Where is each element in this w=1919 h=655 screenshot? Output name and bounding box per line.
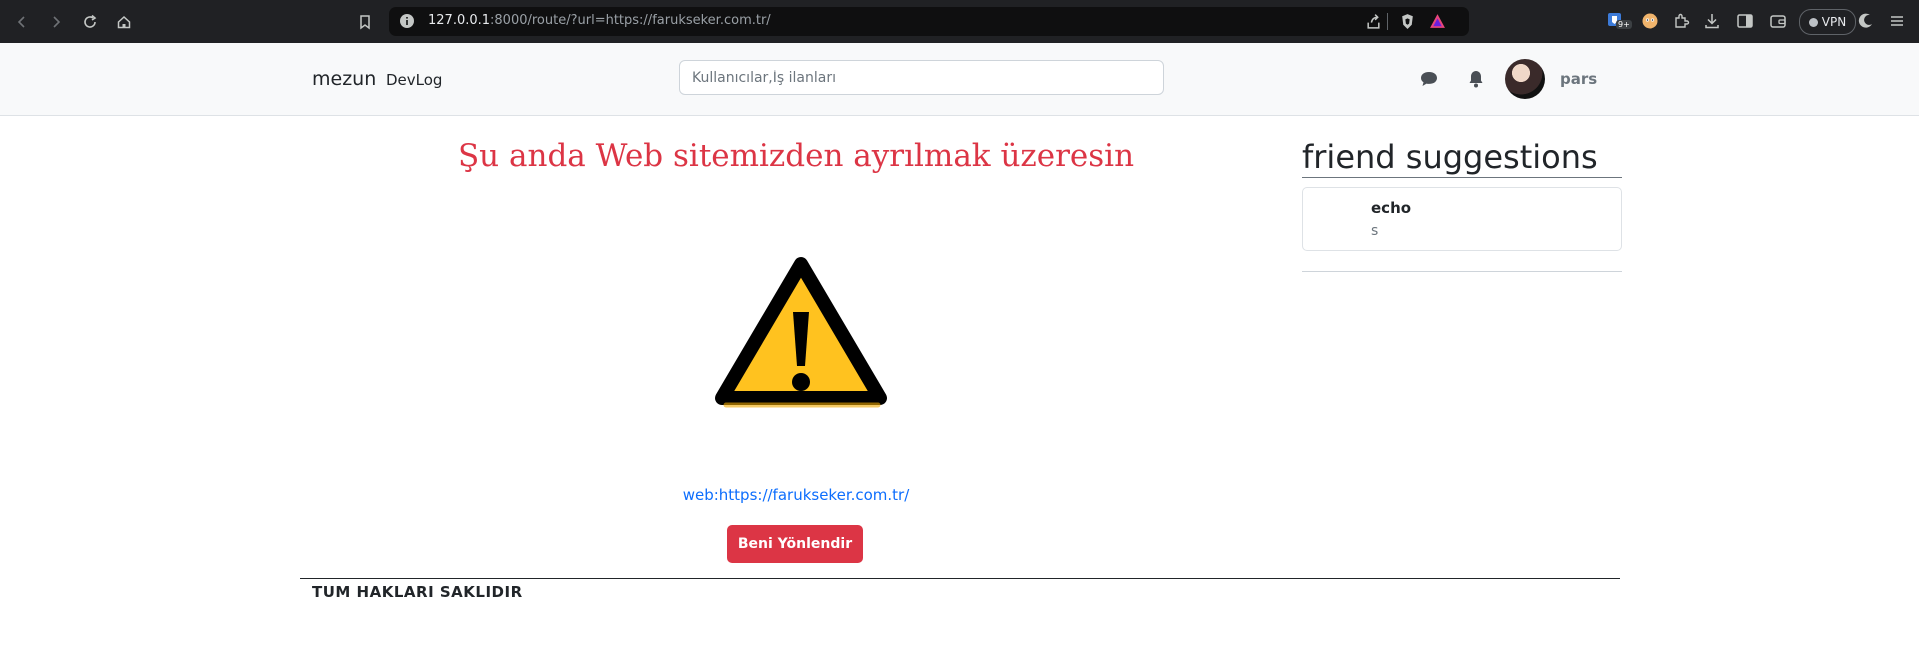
- wallet-icon: [1770, 15, 1786, 28]
- puzzle-icon: [1675, 13, 1690, 28]
- url-host: 127.0.0.1: [428, 13, 491, 28]
- hamburger-icon: [1891, 16, 1903, 26]
- bookmark-icon: [360, 15, 370, 30]
- chat-bubble-icon[interactable]: [1419, 69, 1439, 89]
- arrow-left-icon: [17, 16, 25, 28]
- friend-name[interactable]: echo: [1371, 199, 1411, 217]
- avatar[interactable]: [1505, 59, 1545, 99]
- footer-divider: [300, 578, 1620, 579]
- home-icon: [117, 15, 131, 29]
- extensions-button[interactable]: [1673, 12, 1691, 30]
- devlog-link[interactable]: DevLog: [386, 71, 442, 89]
- address-bar[interactable]: 127.0.0.1:8000/route/?url=https://faruks…: [389, 7, 1469, 36]
- brave-rewards-icon[interactable]: [1429, 13, 1446, 30]
- address-divider: [1387, 13, 1388, 30]
- reload-icon: [84, 14, 97, 28]
- arrow-right-icon: [53, 16, 61, 28]
- sidebar-divider: [1302, 271, 1622, 272]
- menu-button[interactable]: [1888, 12, 1906, 30]
- search-input[interactable]: [679, 60, 1164, 95]
- vpn-button[interactable]: VPN: [1799, 9, 1856, 35]
- site-navbar: mezun DevLog pars: [0, 43, 1919, 116]
- brand-link[interactable]: mezun: [312, 68, 376, 90]
- site-info-icon[interactable]: [399, 13, 415, 29]
- download-icon: [1705, 14, 1719, 29]
- sidebar-icon: [1737, 14, 1753, 28]
- page-title: Şu anda Web sitemizden ayrılmak üzeresin: [457, 138, 1135, 174]
- forward-button[interactable]: [44, 10, 68, 34]
- wallet-button[interactable]: [1769, 12, 1787, 30]
- vpn-label: VPN: [1821, 15, 1847, 29]
- url-path: :8000/route/?url=https://farukseker.com.…: [490, 13, 771, 28]
- face-icon: [1642, 13, 1658, 29]
- title-divider: [1302, 177, 1622, 178]
- bookmark-button[interactable]: [353, 10, 377, 34]
- friend-suggestion-card[interactable]: echo s: [1302, 187, 1622, 251]
- back-button[interactable]: [10, 10, 34, 34]
- share-icon[interactable]: [1365, 13, 1382, 30]
- friend-suggestions-title: friend suggestions: [1302, 138, 1598, 176]
- url-text: 127.0.0.1:8000/route/?url=https://faruks…: [428, 13, 771, 28]
- external-url-link[interactable]: web:https://farukseker.com.tr/: [0, 486, 1592, 504]
- redirect-button[interactable]: Beni Yönlendir: [727, 525, 863, 563]
- vpn-status-icon: [1808, 17, 1818, 27]
- footer-copyright: TUM HAKLARI SAKLIDIR: [312, 583, 523, 601]
- extension-bitwarden-button[interactable]: 9+: [1607, 12, 1632, 30]
- reload-button[interactable]: [78, 10, 102, 34]
- friend-subtitle: s: [1371, 223, 1379, 239]
- crescent-icon: [1858, 13, 1872, 28]
- warning-triangle-icon: [715, 257, 887, 408]
- bell-icon[interactable]: [1466, 69, 1486, 89]
- browser-toolbar: 127.0.0.1:8000/route/?url=https://faruks…: [0, 0, 1919, 44]
- brave-shield-icon[interactable]: [1399, 13, 1416, 30]
- extension-emoji-button[interactable]: [1641, 12, 1659, 30]
- downloads-button[interactable]: [1703, 12, 1721, 30]
- username[interactable]: pars: [1560, 70, 1597, 88]
- extension-badge: 9+: [1616, 20, 1632, 29]
- home-button[interactable]: [112, 10, 136, 34]
- leo-ai-button[interactable]: [1857, 12, 1875, 30]
- sidebar-toggle-button[interactable]: [1736, 12, 1754, 30]
